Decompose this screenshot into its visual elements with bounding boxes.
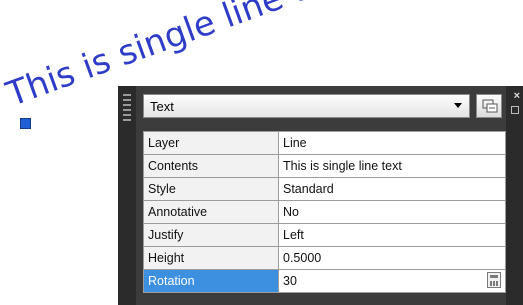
property-value[interactable]: This is single line text bbox=[278, 155, 506, 177]
property-value[interactable]: Standard bbox=[278, 178, 506, 200]
properties-grid: Layer Line Contents This is single line … bbox=[143, 131, 506, 293]
property-row-style[interactable]: Style Standard bbox=[143, 178, 506, 201]
chevron-down-icon bbox=[454, 103, 462, 108]
property-value[interactable]: No bbox=[278, 201, 506, 223]
palette-title-strip: × bbox=[506, 86, 523, 305]
property-row-contents[interactable]: Contents This is single line text bbox=[143, 155, 506, 178]
property-name: Justify bbox=[143, 224, 278, 246]
property-value: 30 bbox=[283, 274, 297, 288]
property-value[interactable]: 0.5000 bbox=[278, 247, 506, 269]
object-type-label: Text bbox=[150, 99, 174, 114]
property-row-annotative[interactable]: Annotative No bbox=[143, 201, 506, 224]
property-row-rotation[interactable]: Rotation 30 bbox=[143, 270, 506, 293]
property-name: Height bbox=[143, 247, 278, 269]
close-icon[interactable]: × bbox=[514, 90, 520, 102]
quick-select-icon bbox=[482, 99, 498, 113]
property-name: Style bbox=[143, 178, 278, 200]
property-name: Rotation bbox=[143, 270, 278, 292]
property-value-input[interactable]: 30 bbox=[278, 270, 506, 292]
auto-hide-icon[interactable] bbox=[511, 106, 519, 114]
property-row-justify[interactable]: Justify Left bbox=[143, 224, 506, 247]
object-type-dropdown[interactable]: Text bbox=[143, 94, 470, 118]
property-name: Contents bbox=[143, 155, 278, 177]
quick-select-button[interactable] bbox=[476, 94, 502, 118]
property-value[interactable]: Left bbox=[278, 224, 506, 246]
text-grip[interactable] bbox=[20, 118, 31, 129]
property-name: Annotative bbox=[143, 201, 278, 223]
property-row-layer[interactable]: Layer Line bbox=[143, 132, 506, 155]
property-row-height[interactable]: Height 0.5000 bbox=[143, 247, 506, 270]
property-name: Layer bbox=[143, 132, 278, 154]
palette-drag-handle[interactable] bbox=[118, 86, 136, 305]
property-value[interactable]: Line bbox=[278, 132, 506, 154]
properties-palette: Text Layer Line Contents This is single … bbox=[118, 86, 523, 305]
calculator-icon[interactable] bbox=[487, 272, 501, 288]
